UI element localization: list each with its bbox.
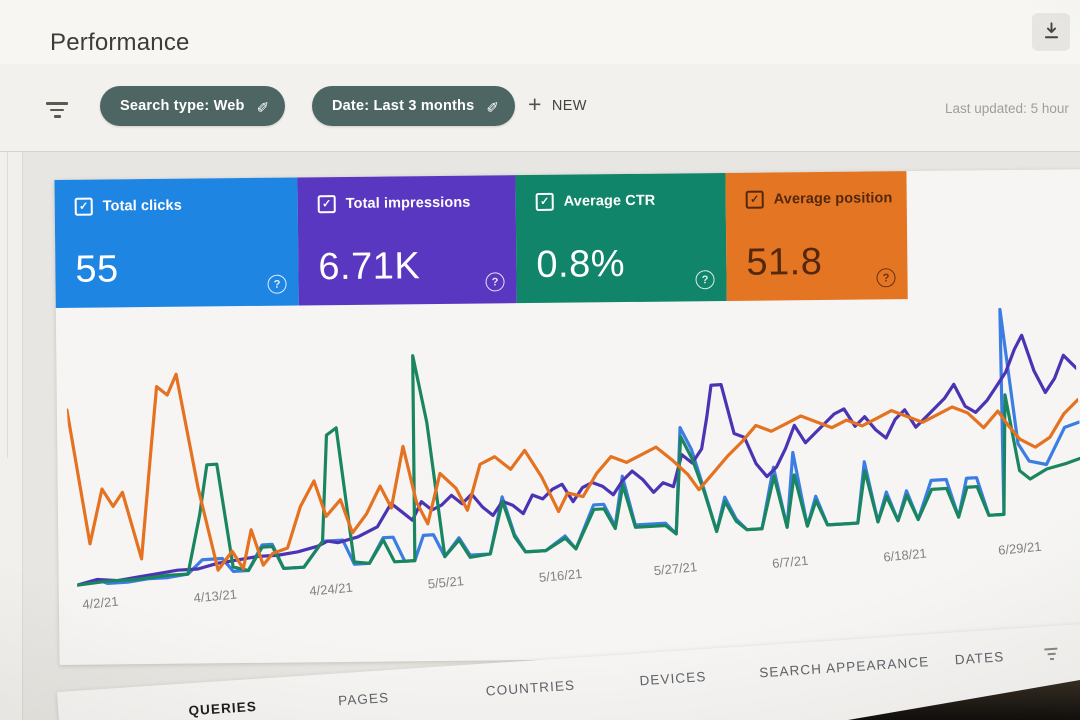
performance-chart-card: ✓ Total clicks 55 ? ✓ Total impressions … (54, 169, 1080, 665)
x-axis-label: 6/7/21 (771, 552, 809, 572)
x-axis-label: 5/27/21 (653, 559, 698, 579)
tab-dates[interactable]: DATES (954, 649, 1004, 667)
checkbox-checked-icon[interactable]: ✓ (74, 197, 93, 216)
metric-value: 0.8% (536, 243, 626, 286)
metric-tile-total-clicks[interactable]: ✓ Total clicks 55 ? (54, 177, 299, 309)
help-icon[interactable]: ? (695, 270, 715, 290)
x-axis-label: 5/5/21 (426, 573, 465, 592)
metric-value: 51.8 (746, 240, 823, 284)
metric-label: Total impressions (345, 194, 471, 212)
filter-bar: Search type: Web ✎ Date: Last 3 months ✎… (0, 64, 1080, 152)
pencil-icon: ✎ (256, 97, 270, 114)
x-axis-label: 4/13/21 (193, 586, 238, 606)
tab-pages[interactable]: PAGES (338, 690, 390, 708)
new-filter-label: NEW (551, 97, 587, 114)
tab-devices[interactable]: DEVICES (639, 669, 707, 688)
metric-value: 55 (75, 248, 119, 291)
metric-label: Total clicks (102, 197, 182, 215)
download-icon (1042, 21, 1061, 43)
last-updated-text: Last updated: 5 hour (945, 101, 1069, 116)
date-range-chip-label: Date: Last 3 months (332, 98, 475, 114)
metric-label: Average position (773, 190, 893, 208)
checkbox-checked-icon[interactable]: ✓ (535, 192, 554, 211)
page-title: Performance (50, 29, 190, 57)
search-console-performance-screen: Performance Search type: Web ✎ Date: Las… (0, 0, 1080, 720)
metric-tile-total-impressions[interactable]: ✓ Total impressions 6.71K ? (297, 175, 517, 306)
new-filter-button[interactable]: + NEW (522, 91, 593, 117)
metric-tile-average-ctr[interactable]: ✓ Average CTR 0.8% ? (515, 172, 727, 304)
x-axis-label: 4/24/21 (308, 579, 353, 599)
filter-list-icon (46, 102, 68, 122)
x-axis-label: 6/29/21 (997, 538, 1043, 558)
tab-search-appearance[interactable]: SEARCH APPEARANCE (759, 654, 930, 680)
tab-countries[interactable]: COUNTRIES (485, 678, 575, 699)
time-series-chart[interactable]: 4/2/21 4/13/21 4/24/21 5/5/21 5/16/21 5/27/21… (63, 285, 1080, 636)
plus-icon: + (528, 91, 542, 117)
filter-icon[interactable] (1044, 647, 1058, 664)
x-axis-label: 5/16/21 (538, 566, 583, 586)
export-download-button[interactable] (1032, 13, 1070, 51)
metric-value: 6.71K (318, 245, 421, 289)
series-average-position[interactable] (65, 321, 1080, 579)
checkbox-checked-icon[interactable]: ✓ (317, 195, 336, 214)
metric-tile-average-position[interactable]: ✓ Average position 51.8 ? (725, 171, 908, 301)
checkbox-checked-icon[interactable]: ✓ (745, 190, 764, 209)
sidebar-edge (0, 64, 23, 720)
help-icon[interactable]: ? (267, 274, 287, 294)
top-bar: Performance (0, 0, 1080, 65)
x-axis-label: 6/18/21 (882, 545, 928, 565)
series-average-ctr[interactable] (65, 316, 1080, 587)
metric-label: Average CTR (563, 192, 656, 210)
search-type-chip[interactable]: Search type: Web ✎ (100, 86, 286, 126)
date-range-chip[interactable]: Date: Last 3 months ✎ (312, 86, 516, 126)
help-icon[interactable]: ? (876, 268, 896, 288)
pencil-icon: ✎ (486, 97, 500, 114)
tab-queries[interactable]: QUERIES (188, 699, 257, 719)
help-icon[interactable]: ? (485, 272, 505, 292)
x-axis-label: 4/2/21 (81, 593, 120, 613)
search-type-chip-label: Search type: Web (120, 98, 245, 114)
metric-tiles-row: ✓ Total clicks 55 ? ✓ Total impressions … (54, 169, 1080, 309)
